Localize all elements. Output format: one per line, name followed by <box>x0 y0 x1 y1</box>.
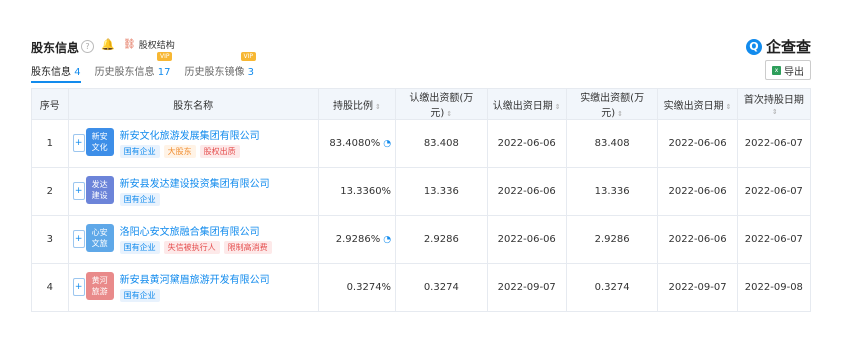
table-row: 2 + 发达 建设 新安县发达建设投资集团有限公司 国有企业 13.3360% … <box>31 167 812 216</box>
brand-logo: Q 企查查 <box>745 36 811 57</box>
sub-date-cell: 2022-06-06 <box>486 167 567 216</box>
paid-date-cell: 2022-06-06 <box>657 167 738 216</box>
row-index: 3 <box>31 215 69 264</box>
paid-date-cell: 2022-09-07 <box>657 263 738 312</box>
company-name-link[interactable]: 新安县发达建设投资集团有限公司 <box>120 175 270 190</box>
table-row: 3 + 心安 文旅 洛阳心安文旅融合集团有限公司 国有企业 失信被执行人 限制高消费… <box>31 215 812 264</box>
row-index: 1 <box>31 119 69 168</box>
sort-icon: ⇕ <box>374 102 381 111</box>
shareholder-panel: 股东信息 ? 🔔 ⛓ 股权结构 Q 企查查 股东信息 4 历史股东信息 17 V… <box>25 30 815 312</box>
sub-date-cell: 2022-09-07 <box>486 263 567 312</box>
paid-amount-cell: 2.9286 <box>565 215 659 264</box>
equity-structure-label: 股权结构 <box>138 41 175 51</box>
table-row: 1 + 新安 文化 新安文化旅游发展集团有限公司 国有企业 大股东 股权出质 83.… <box>31 119 812 168</box>
sort-icon: ⇕ <box>446 110 453 118</box>
sort-icon: ⇕ <box>554 102 561 111</box>
expand-icon[interactable]: + <box>72 230 85 248</box>
sort-icon: ⇕ <box>771 108 778 116</box>
sub-amount-cell: 13.336 <box>395 167 488 216</box>
paid-amount-cell: 83.408 <box>565 119 659 168</box>
tag-badge[interactable]: 限制高消费 <box>223 241 272 254</box>
excel-icon: x <box>772 65 781 75</box>
help-icon[interactable]: ? <box>81 40 94 53</box>
tab-shareholders[interactable]: 股东信息 4 <box>31 63 81 83</box>
sub-date-cell: 2022-06-06 <box>486 119 567 168</box>
shareholder-cell: + 新安 文化 新安文化旅游发展集团有限公司 国有企业 大股东 股权出质 <box>67 119 319 168</box>
tag-badge[interactable]: 国有企业 <box>119 241 160 254</box>
shareholder-cell: + 心安 文旅 洛阳心安文旅融合集团有限公司 国有企业 失信被执行人 限制高消费 <box>67 215 319 264</box>
shareholder-table: 序号 股东名称 持股比例 ⇕ 认缴出资额(万元) ⇕ 认缴出资日期 ⇕ 实缴出资额(万… <box>31 88 812 312</box>
col-sub-amount[interactable]: 认缴出资额(万元) ⇕ <box>395 88 488 120</box>
ratio-cell: 13.3360% <box>317 167 397 216</box>
shareholder-cell: + 发达 建设 新安县发达建设投资集团有限公司 国有企业 <box>67 167 319 216</box>
export-button[interactable]: x 导出 <box>765 60 811 80</box>
tab-bar: 股东信息 4 历史股东信息 17 VIP 历史股东镜像 3 VIP <box>31 52 257 83</box>
tab-history-shareholders[interactable]: 历史股东信息 17 VIP <box>95 52 173 78</box>
sort-icon: ⇕ <box>617 110 624 118</box>
paid-date-cell: 2022-06-06 <box>657 119 738 168</box>
bell-icon[interactable]: 🔔 <box>101 38 115 52</box>
first-date-cell: 2022-09-08 <box>736 263 812 312</box>
table-row: 4 + 黄河 旅游 新安县黄河黛眉旅游开发有限公司 国有企业 0.3274% 0… <box>31 263 812 312</box>
company-logo: 黄河 旅游 <box>85 272 114 300</box>
row-index: 4 <box>31 263 69 312</box>
pie-chart-icon[interactable]: ◔ <box>383 235 391 245</box>
equity-structure-button[interactable]: ⛓ 股权结构 <box>123 38 175 51</box>
company-logo: 心安 文旅 <box>85 224 114 252</box>
sub-amount-cell: 2.9286 <box>395 215 488 264</box>
tag-badge[interactable]: 国有企业 <box>119 145 160 158</box>
row-index: 2 <box>31 167 69 216</box>
sub-amount-cell: 83.408 <box>395 119 488 168</box>
expand-icon[interactable]: + <box>72 182 85 200</box>
col-name: 股东名称 <box>67 88 319 120</box>
sort-icon: ⇕ <box>725 102 732 111</box>
paid-amount-cell: 13.336 <box>565 167 659 216</box>
paid-date-cell: 2022-06-06 <box>657 215 738 264</box>
col-index: 序号 <box>31 88 69 120</box>
col-paid-amount[interactable]: 实缴出资额(万元) ⇕ <box>565 88 659 120</box>
tab-history-mirror[interactable]: 历史股东镜像 3 VIP <box>184 52 257 78</box>
paid-amount-cell: 0.3274 <box>565 263 659 312</box>
tag-badge[interactable]: 国有企业 <box>119 289 160 302</box>
ratio-cell: 83.4080% ◔ <box>317 119 397 168</box>
col-sub-date[interactable]: 认缴出资日期 ⇕ <box>486 88 567 120</box>
vip-badge: VIP <box>156 52 173 61</box>
col-ratio[interactable]: 持股比例 ⇕ <box>317 88 397 120</box>
shareholder-cell: + 黄河 旅游 新安县黄河黛眉旅游开发有限公司 国有企业 <box>67 263 319 312</box>
company-name-link[interactable]: 新安文化旅游发展集团有限公司 <box>120 127 260 142</box>
company-logo: 发达 建设 <box>85 176 114 204</box>
col-paid-date[interactable]: 实缴出资日期 ⇕ <box>657 88 738 120</box>
first-date-cell: 2022-06-07 <box>736 215 812 264</box>
tag-badge[interactable]: 失信被执行人 <box>163 241 220 254</box>
ratio-cell: 2.9286% ◔ <box>317 215 397 264</box>
table-header-row: 序号 股东名称 持股比例 ⇕ 认缴出资额(万元) ⇕ 认缴出资日期 ⇕ 实缴出资额(万… <box>31 88 812 120</box>
pie-chart-icon[interactable]: ◔ <box>383 139 391 149</box>
tag-badge[interactable]: 股权出质 <box>199 145 240 158</box>
first-date-cell: 2022-06-07 <box>736 119 812 168</box>
expand-icon[interactable]: + <box>72 134 85 152</box>
tag-badge[interactable]: 国有企业 <box>119 193 160 206</box>
company-name-link[interactable]: 洛阳心安文旅融合集团有限公司 <box>120 223 260 238</box>
expand-icon[interactable]: + <box>72 278 85 296</box>
col-first-date[interactable]: 首次持股日期⇕ <box>736 88 812 120</box>
section-title: 股东信息 <box>31 41 80 55</box>
brand-icon: Q <box>745 38 762 55</box>
first-date-cell: 2022-06-07 <box>736 167 812 216</box>
tag-badge[interactable]: 大股东 <box>163 145 196 158</box>
company-logo: 新安 文化 <box>85 128 114 156</box>
sub-amount-cell: 0.3274 <box>395 263 488 312</box>
company-name-link[interactable]: 新安县黄河黛眉旅游开发有限公司 <box>120 271 270 286</box>
vip-badge: VIP <box>240 52 257 61</box>
sub-date-cell: 2022-06-06 <box>486 215 567 264</box>
ratio-cell: 0.3274% <box>317 263 397 312</box>
equity-structure-icon: ⛓ <box>123 39 136 50</box>
brand-name: 企查查 <box>765 38 811 56</box>
